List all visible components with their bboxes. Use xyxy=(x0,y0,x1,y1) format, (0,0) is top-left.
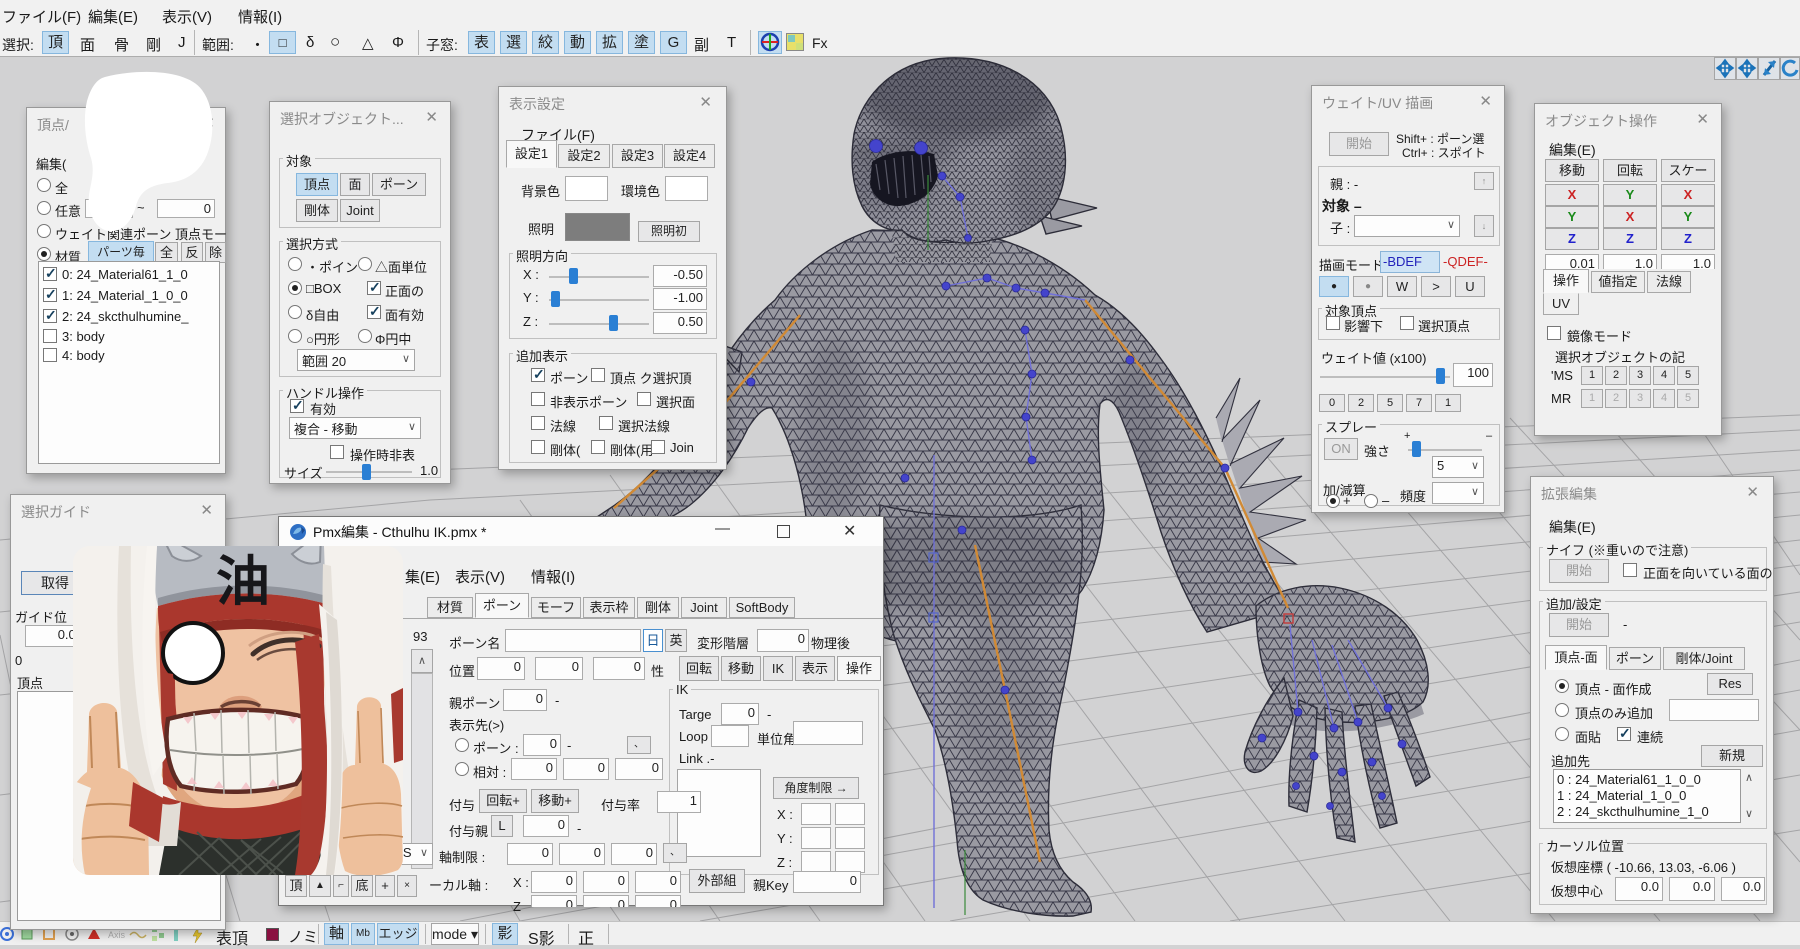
svg-text:Axis: Axis xyxy=(108,930,126,940)
svg-text:油: 油 xyxy=(216,552,270,612)
